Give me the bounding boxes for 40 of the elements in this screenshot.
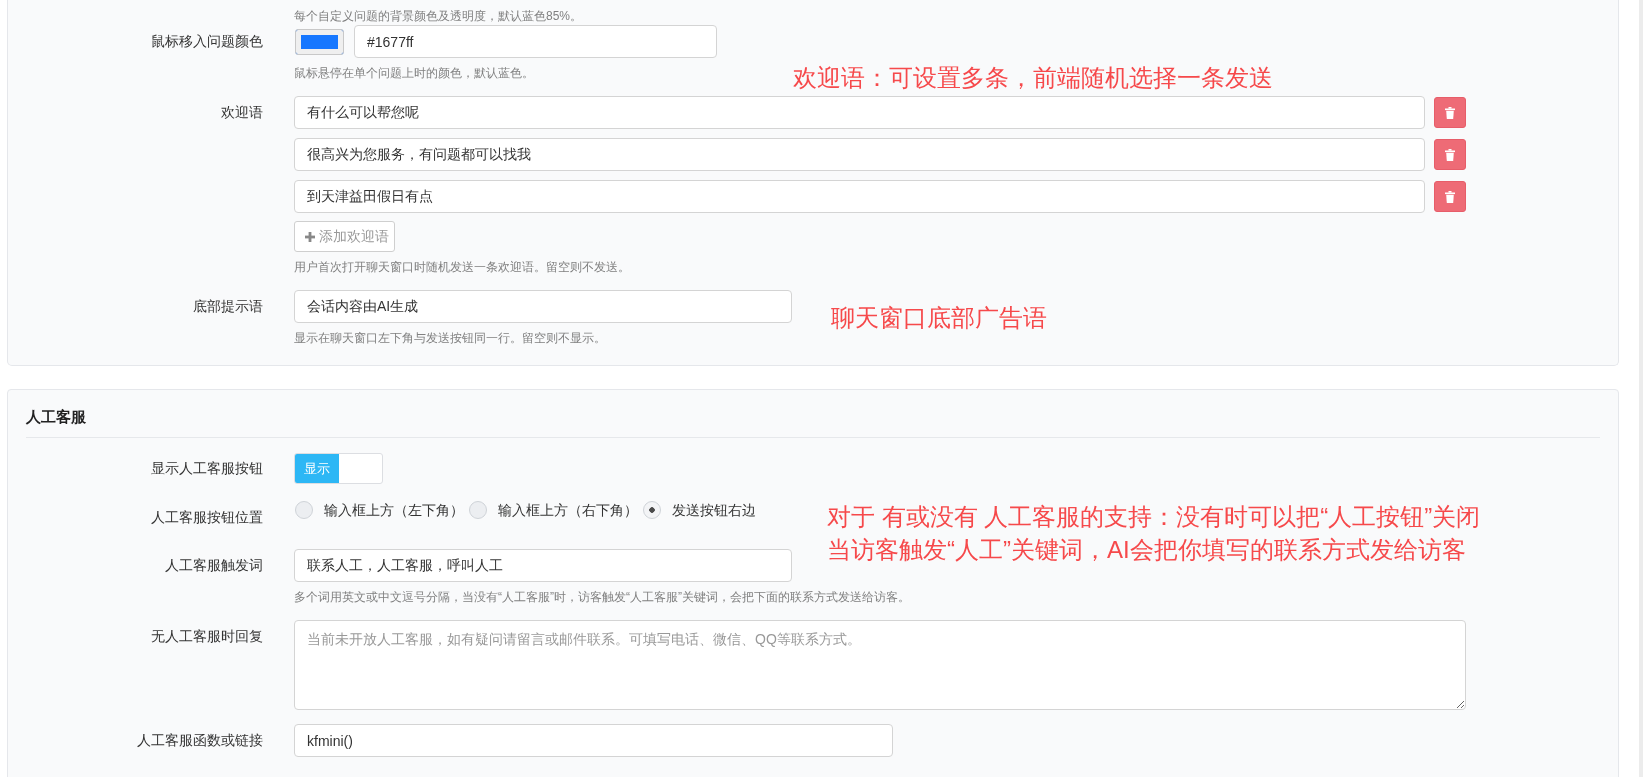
- help-text: 鼠标悬停在单个问题上时的颜色，默认蓝色。: [294, 65, 534, 82]
- annotation-text: 欢迎语：可设置多条，前端随机选择一条发送: [793, 63, 1273, 93]
- annotation-text: 聊天窗口底部广告语: [831, 303, 1047, 333]
- help-text: 用户首次打开聊天窗口时随机发送一条欢迎语。留空则不发送。: [294, 259, 630, 276]
- field-label: 欢迎语: [220, 103, 263, 122]
- field-label: 人工客服触发词: [164, 556, 263, 575]
- text-input[interactable]: kfmini(): [294, 724, 893, 757]
- color-code-input[interactable]: #1677ff: [354, 25, 717, 58]
- delete-button[interactable]: [1434, 181, 1466, 212]
- radio-label[interactable]: 发送按钮右边: [672, 498, 756, 522]
- help-text: 每个自定义问题的背景颜色及透明度，默认蓝色85%。: [294, 8, 584, 25]
- trash-icon: [1445, 190, 1455, 203]
- annotation-text: 对于 有或没有 人工客服的支持：没有时可以把“人工按钮”关闭: [827, 502, 1481, 532]
- field-label: 底部提示语: [192, 297, 263, 316]
- radio-button[interactable]: [643, 501, 661, 519]
- delete-button[interactable]: [1434, 139, 1466, 170]
- field-label: 无人工客服时回复: [150, 627, 263, 646]
- annotation-text: 当访客触发“人工”关键词，AI会把你填写的联系方式发给访客: [827, 535, 1467, 565]
- color-swatch[interactable]: [295, 28, 344, 55]
- field-label: 显示人工客服按钮: [150, 459, 263, 478]
- trash-icon: [1445, 106, 1455, 119]
- text-input[interactable]: 很高兴为您服务，有问题都可以找我: [294, 138, 1425, 171]
- field-label: 人工客服按钮位置: [150, 508, 263, 527]
- radio-label[interactable]: 输入框上方（左下角）: [324, 498, 464, 522]
- text-input[interactable]: 联系人工，人工客服，呼叫人工: [294, 549, 792, 582]
- reply-textarea[interactable]: 当前未开放人工客服，如有疑问请留言或邮件联系。可填写电话、微信、QQ等联系方式。: [294, 620, 1466, 710]
- text-input[interactable]: 会话内容由AI生成: [294, 290, 792, 323]
- trash-icon: [1445, 148, 1455, 161]
- text-input[interactable]: 到天津益田假日有点: [294, 180, 1425, 213]
- plus-icon: [305, 231, 315, 242]
- field-label: 人工客服函数或链接: [136, 731, 263, 750]
- help-text: 多个词用英文或中文逗号分隔，当没有“人工客服”时，访客触发“人工客服”关键词，会把下面的联系方式发送给访客。: [294, 589, 910, 606]
- field-label: 鼠标移入问题颜色: [150, 32, 263, 51]
- radio-button[interactable]: [469, 501, 487, 519]
- radio-label[interactable]: 输入框上方（右下角）: [498, 498, 638, 522]
- radio-button[interactable]: [295, 501, 313, 519]
- delete-button[interactable]: [1434, 97, 1466, 128]
- section-title: 人工客服: [26, 407, 87, 427]
- text-input[interactable]: 有什么可以帮您呢: [294, 96, 1425, 129]
- help-text: 显示在聊天窗口左下角与发送按钮同一行。留空则不显示。: [294, 330, 606, 347]
